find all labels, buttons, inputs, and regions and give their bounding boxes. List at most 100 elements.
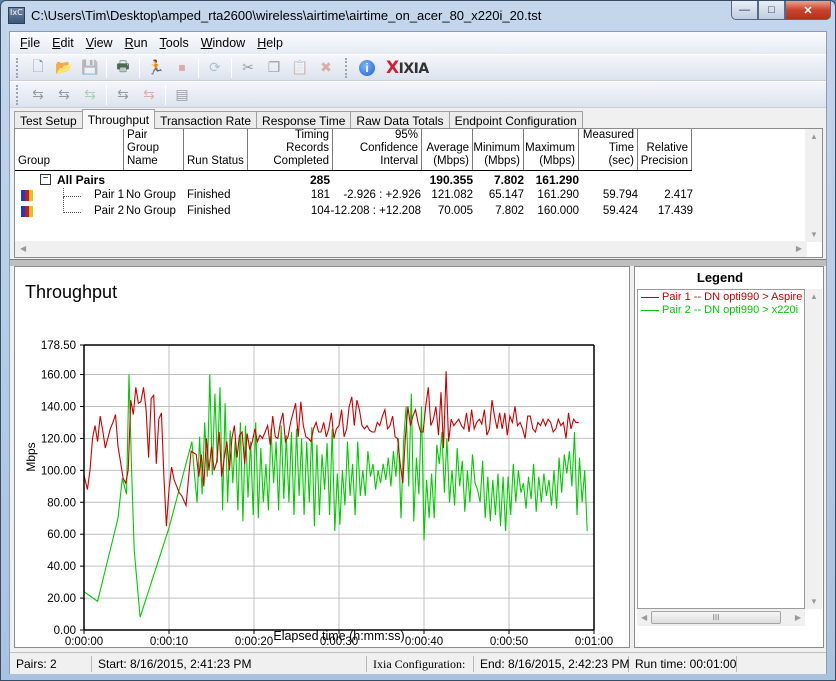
status-end: End: 8/16/2015, 2:42:23 PM [474, 655, 629, 672]
new-file-icon[interactable]: 🗋 [27, 57, 49, 79]
col-header-minimum[interactable]: Minimum (Mbps) [473, 129, 524, 170]
col-header-measured-time[interactable]: Measured Time (sec) [579, 129, 638, 170]
tab-transaction-rate[interactable]: Transaction Rate [154, 111, 258, 129]
col-header-run-status[interactable]: Run Status [184, 129, 248, 170]
scroll-right-icon[interactable]: ▶ [795, 613, 801, 622]
tab-endpoint-configuration[interactable]: Endpoint Configuration [448, 111, 583, 129]
tab-test-setup[interactable]: Test Setup [14, 111, 83, 129]
pair-swap-icon[interactable]: ⇆ [27, 84, 49, 106]
menu-label: dit [60, 36, 74, 50]
legend-label: Pair 1 -- DN opti990 > Aspire 7 [662, 291, 812, 303]
menu-label: elp [266, 36, 283, 50]
confidence-interval: -12.208 : +12.208 [330, 205, 421, 217]
col-header-label: 95% Confidence Interval [359, 129, 418, 167]
pair-edit-icon[interactable]: ⇆ [53, 84, 75, 106]
legend-horizontal-scrollbar[interactable]: ◀ III ▶ [637, 609, 805, 626]
summary-average: 190.355 [429, 173, 473, 187]
x-tick-label: 0:00:50 [490, 636, 528, 647]
table-row[interactable]: Pair 2 No Group Finished 104 -12.208 : +… [15, 197, 715, 220]
multicast-icon[interactable]: ⇆ [112, 84, 134, 106]
scroll-up-icon[interactable]: ▲ [810, 292, 818, 301]
scroll-left-icon[interactable]: ◀ [20, 244, 26, 253]
menu-window[interactable]: Window [195, 36, 251, 50]
stop-icon[interactable]: ⏹ [171, 57, 193, 79]
grid-horizontal-scrollbar[interactable]: ◀ ▶ [15, 241, 807, 257]
pane-splitter[interactable] [10, 259, 826, 266]
status-start: Start: 8/16/2015, 2:41:23 PM [92, 655, 367, 672]
scroll-left-icon[interactable]: ◀ [641, 613, 647, 622]
run-icon[interactable]: 🏃 [145, 57, 167, 79]
col-header-group[interactable]: Group [15, 129, 124, 170]
maximize-button[interactable]: □ [758, 1, 785, 20]
confidence-interval: -2.926 : +2.926 [343, 189, 421, 201]
menu-label: indow [212, 36, 246, 50]
pair-chart-icon [21, 206, 33, 217]
col-header-timing-records[interactable]: Timing Records Completed [248, 129, 333, 170]
menu-edit[interactable]: Edit [46, 36, 80, 50]
save-icon[interactable]: 💾 [79, 57, 101, 79]
copy-icon[interactable]: ❐ [263, 57, 285, 79]
legend-list: Pair 1 -- DN opti990 > Aspire 7 Pair 2 -… [637, 289, 812, 609]
legend-item-pair-1[interactable]: Pair 1 -- DN opti990 > Aspire 7 [641, 291, 812, 303]
legend-label: Pair 2 -- DN opti990 > x220i [662, 304, 799, 316]
menu-view[interactable]: View [80, 36, 119, 50]
toolbar-grip[interactable] [345, 57, 348, 78]
average: 121.082 [431, 189, 473, 201]
scroll-down-icon[interactable]: ▼ [810, 230, 818, 239]
menu-tools[interactable]: Tools [154, 36, 195, 50]
relative-precision: 17.439 [657, 205, 693, 217]
scroll-right-icon[interactable]: ▶ [796, 244, 802, 253]
delete-icon[interactable]: ✖ [315, 57, 337, 79]
close-button[interactable]: ✕ [785, 1, 831, 20]
menu-accel: H [257, 36, 267, 50]
paste-icon[interactable]: 📋 [289, 57, 311, 79]
x-tick-label: 0:00:40 [405, 636, 443, 647]
menu-file[interactable]: File [14, 36, 46, 50]
menu-label: ools [165, 36, 189, 50]
x-tick-label: 0:00:20 [235, 636, 273, 647]
refresh-icon[interactable]: ⟳ [204, 57, 226, 79]
group-icon[interactable]: ▤ [171, 84, 193, 106]
tab-raw-data-totals[interactable]: Raw Data Totals [350, 111, 450, 129]
cut-icon[interactable]: ✂ [237, 57, 259, 79]
title-bar[interactable]: IxC C:\Users\Tim\Desktop\amped_rta2600\w… [1, 1, 835, 31]
x-tick-label: 0:00:10 [150, 636, 188, 647]
summary-row[interactable]: − All Pairs 285 190.355 7.802 161.290 [15, 172, 715, 188]
scroll-thumb[interactable]: III [651, 611, 781, 624]
maximum: 160.000 [537, 205, 579, 217]
maximum: 161.290 [537, 189, 579, 201]
toolbar-grip[interactable] [16, 57, 19, 78]
col-header-maximum[interactable]: Maximum (Mbps) [524, 129, 579, 170]
collapse-icon[interactable]: − [40, 174, 51, 185]
legend-vertical-scrollbar[interactable]: ▲ ▼ [805, 289, 822, 609]
menu-accel: W [200, 36, 213, 50]
print-icon[interactable]: 🖶 [112, 57, 134, 79]
open-folder-icon[interactable]: 📂 [53, 57, 75, 79]
col-header-relative-precision[interactable]: Relative Precision [638, 129, 692, 170]
multicast-delete-icon[interactable]: ⇆ [138, 84, 160, 106]
info-icon[interactable]: i [356, 57, 378, 79]
toolbar-grip[interactable] [16, 84, 19, 105]
tab-response-time[interactable]: Response Time [256, 111, 352, 129]
col-header-average[interactable]: Average (Mbps) [422, 129, 473, 170]
tab-throughput[interactable]: Throughput [81, 109, 156, 129]
main-toolbar: 🗋 📂 💾 🖶 🏃 ⏹ ⟳ ✂ ❐ 📋 ✖ i XIXIA [10, 54, 826, 81]
scroll-down-icon[interactable]: ▼ [810, 597, 818, 606]
menu-run[interactable]: Run [119, 36, 154, 50]
y-tick-label: 20.00 [47, 593, 76, 605]
col-header-label: Minimum (Mbps) [473, 142, 520, 167]
y-tick-label: 178.50 [41, 340, 76, 352]
grid-vertical-scrollbar[interactable]: ▲ ▼ [805, 129, 822, 242]
col-header-pair-group-name[interactable]: Pair Group Name [124, 129, 184, 170]
minimize-button[interactable]: — [731, 1, 758, 20]
menu-help[interactable]: Help [251, 36, 289, 50]
menu-bar: File Edit View Run Tools Window Help [10, 32, 826, 54]
pair-check-icon[interactable]: ⇆ [79, 84, 101, 106]
scroll-up-icon[interactable]: ▲ [810, 132, 818, 141]
table-row[interactable]: Pair 1 No Group Finished 181 -2.926 : +2… [15, 188, 715, 204]
col-header-confidence[interactable]: 95% Confidence Interval [333, 129, 422, 170]
legend-item-pair-2[interactable]: Pair 2 -- DN opti990 > x220i [641, 304, 798, 316]
y-tick-label: 40.00 [47, 561, 76, 573]
status-ixia-config: Ixia Configuration: [367, 655, 474, 672]
info-glyph: i [359, 59, 375, 76]
